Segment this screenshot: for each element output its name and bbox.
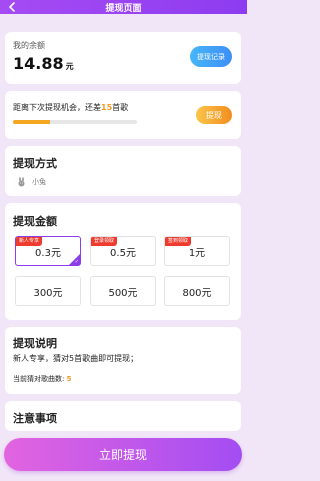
option-tag: 登录领取 [91,237,118,246]
notes-title: 注意事项 [13,412,57,425]
next-chance-text: 距离下次提现机会，还差15首歌 [13,102,128,113]
submit-withdraw-button[interactable]: 立即提现 [4,438,242,471]
withdraw-button[interactable]: 提现 [196,106,232,124]
amount-option-500[interactable]: 500元 [90,276,156,306]
next-chance-card: 距离下次提现机会，还差15首歌 提现 [5,91,241,139]
chance-suffix: 首歌 [112,103,129,112]
withdraw-explanation-card: 提现说明 新人专享，猜对5首歌曲即可提现； 当前猜对歌曲数: 5 [5,327,241,394]
option-label: 800元 [182,287,212,299]
withdraw-record-button[interactable]: 提现记录 [190,46,232,67]
chance-progress-bar [13,120,137,124]
option-label: 500元 [108,287,138,299]
correct-count-label: 当前猜对歌曲数: [13,375,65,383]
balance-card: 我的余额 14.88 元 提现记录 [5,32,241,84]
amount-option-300[interactable]: 300元 [15,276,81,306]
option-label: 1元 [188,247,206,259]
check-icon: ✓ [74,259,79,265]
chance-progress-fill [13,120,51,124]
rabbit-icon [18,177,25,187]
balance-amount: 14.88 元 [13,54,74,73]
explanation-title: 提现说明 [13,337,57,350]
notes-card: 注意事项 [5,401,241,431]
withdraw-method-card: 提现方式 小兔 [5,146,241,196]
header-bar: 提现页面 [0,0,247,14]
chance-prefix: 距离下次提现机会，还差 [13,103,101,112]
amount-option-0-5[interactable]: 登录领取 0.5元 [90,236,156,266]
method-option-label: 小兔 [32,178,46,186]
page-title: 提现页面 [105,3,142,14]
amount-option-800[interactable]: 800元 [164,276,230,306]
method-title: 提现方式 [13,157,57,170]
option-tag: 新人专享 [16,237,43,246]
balance-unit: 元 [65,62,74,71]
option-label: 300元 [33,287,63,299]
chance-remaining: 15 [101,103,113,112]
balance-label: 我的余额 [13,41,45,50]
option-tag: 签到领取 [165,237,192,246]
method-option[interactable]: 小兔 [17,177,46,187]
amount-option-0-3[interactable]: 新人专享 0.3元 ✓ [15,236,81,266]
back-arrow-icon[interactable] [6,1,18,13]
withdraw-amount-card: 提现金额 新人专享 0.3元 ✓ 登录领取 0.5元 签到领取 1元 300元 … [5,203,241,320]
explanation-line-2: 当前猜对歌曲数: 5 [13,374,71,384]
amount-option-1[interactable]: 签到领取 1元 [164,236,230,266]
balance-value: 14.88 [13,54,64,73]
amount-title: 提现金额 [13,215,57,228]
explanation-line-1: 新人专享，猜对5首歌曲即可提现； [13,354,139,363]
correct-count-value: 5 [66,375,72,383]
